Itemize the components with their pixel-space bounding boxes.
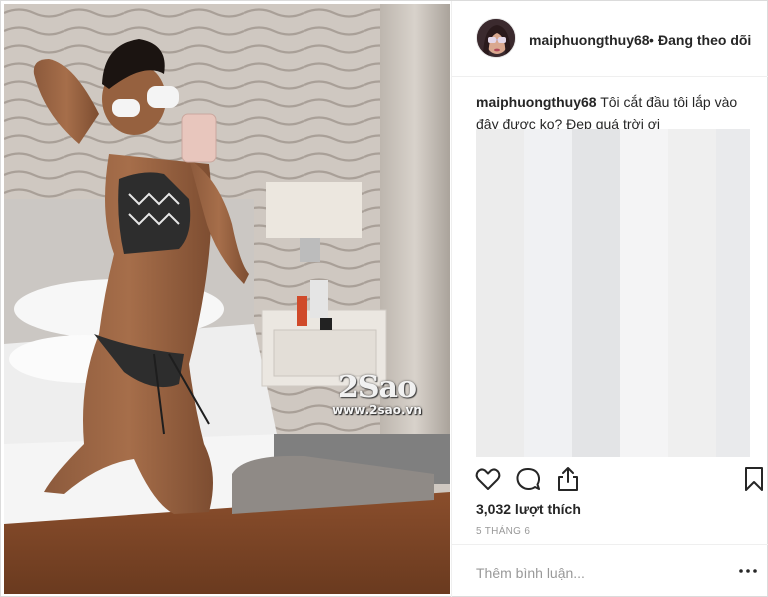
watermark: 2Sao www.2sao.vn xyxy=(322,370,432,417)
blur-cell xyxy=(716,321,750,369)
blur-cell xyxy=(716,225,750,273)
blur-cell xyxy=(572,177,620,225)
post-sidebar: maiphuongthuy68 • Đang theo dõi maiphuon… xyxy=(451,1,768,597)
comment-input[interactable] xyxy=(476,561,716,585)
post-header: maiphuongthuy68 • Đang theo dõi xyxy=(452,1,768,77)
blur-cell xyxy=(620,369,668,417)
blur-cell xyxy=(716,177,750,225)
heart-icon[interactable] xyxy=(474,465,502,493)
blur-cell xyxy=(524,417,572,457)
blur-cell xyxy=(716,273,750,321)
bookmark-icon[interactable] xyxy=(740,465,768,493)
blur-cell xyxy=(572,369,620,417)
instagram-post: 2Sao www.2sao.vn maiphuongthuy68 • Đang … xyxy=(0,0,768,597)
blur-cell xyxy=(476,369,524,417)
blur-cell xyxy=(668,225,716,273)
share-icon[interactable] xyxy=(554,465,582,493)
following-button[interactable]: Đang theo dõi xyxy=(658,32,751,48)
blur-cell xyxy=(668,417,716,457)
username-link[interactable]: maiphuongthuy68 xyxy=(529,32,650,48)
blur-cell xyxy=(620,177,668,225)
blur-cell xyxy=(620,321,668,369)
blur-cell xyxy=(572,225,620,273)
blur-cell xyxy=(524,129,572,177)
divider xyxy=(452,544,768,545)
blur-cell xyxy=(476,177,524,225)
blur-cell xyxy=(668,177,716,225)
blur-cell xyxy=(716,369,750,417)
ellipsis-icon[interactable] xyxy=(736,559,760,583)
post-date[interactable]: 5 THÁNG 6 xyxy=(476,526,530,537)
blur-cell xyxy=(524,225,572,273)
watermark-url: www.2sao.vn xyxy=(332,403,422,417)
blur-cell xyxy=(572,417,620,457)
blur-cell xyxy=(668,273,716,321)
caption-username-link[interactable]: maiphuongthuy68 xyxy=(476,94,597,110)
comment-bubble-icon[interactable] xyxy=(514,465,542,493)
blur-cell xyxy=(716,129,750,177)
blur-cell xyxy=(620,417,668,457)
avatar[interactable] xyxy=(476,18,516,58)
blur-cell xyxy=(716,417,750,457)
blur-cell xyxy=(476,225,524,273)
blur-cell xyxy=(572,273,620,321)
photo-illustration xyxy=(4,4,450,594)
blur-cell xyxy=(572,321,620,369)
blur-cell xyxy=(524,369,572,417)
blur-cell xyxy=(620,225,668,273)
blur-cell xyxy=(620,273,668,321)
avatar-image xyxy=(477,19,515,57)
blurred-comments xyxy=(476,129,750,457)
blur-cell xyxy=(524,273,572,321)
blur-cell xyxy=(476,129,524,177)
blur-cell xyxy=(524,177,572,225)
blur-cell xyxy=(668,369,716,417)
post-photo[interactable]: 2Sao www.2sao.vn xyxy=(4,4,450,594)
blur-cell xyxy=(476,417,524,457)
blur-cell xyxy=(524,321,572,369)
blur-cell xyxy=(476,321,524,369)
separator-dot: • xyxy=(649,32,654,48)
blur-cell xyxy=(668,321,716,369)
blur-cell xyxy=(620,129,668,177)
watermark-logo: 2Sao xyxy=(338,370,417,405)
blur-cell xyxy=(476,273,524,321)
blur-cell xyxy=(668,129,716,177)
action-bar xyxy=(452,459,768,499)
blur-cell xyxy=(572,129,620,177)
like-count[interactable]: 3,032 lượt thích xyxy=(476,501,581,517)
